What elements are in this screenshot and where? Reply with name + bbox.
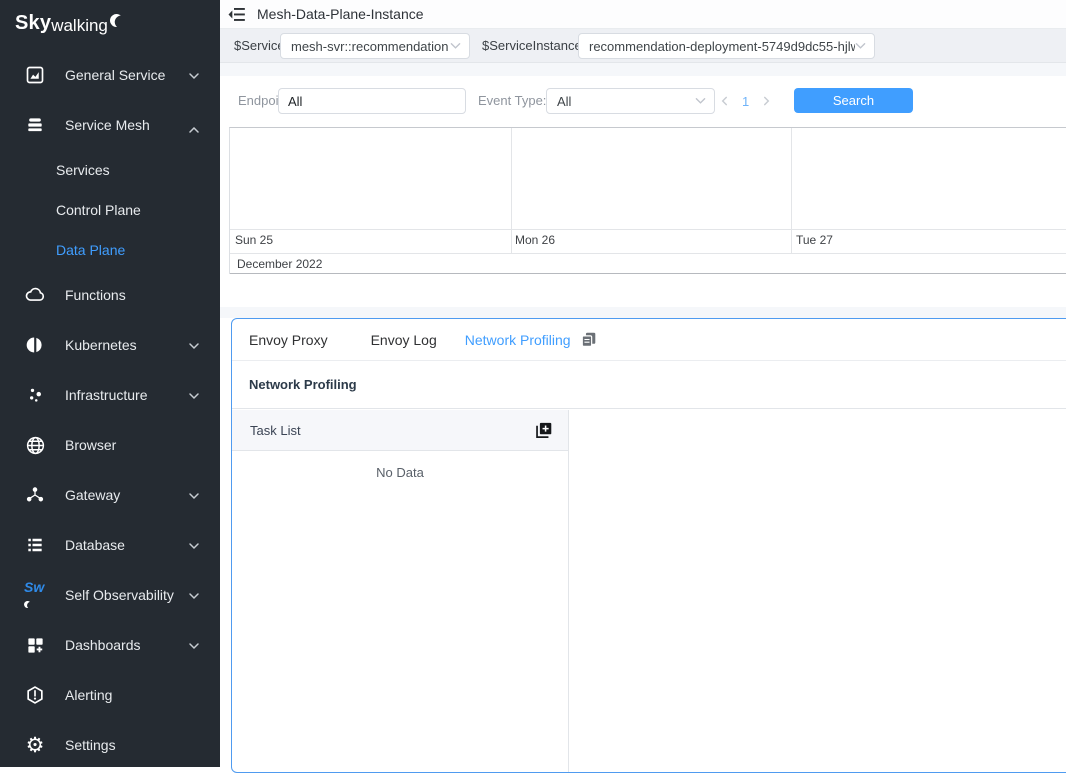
sidebar-item-gateway[interactable]: Gateway [0, 470, 220, 520]
dashboards-icon [24, 634, 46, 656]
sidebar-item-data-plane[interactable]: Data Plane [0, 230, 220, 270]
chevron-down-icon [188, 389, 200, 407]
sidebar-item-kubernetes[interactable]: Kubernetes [0, 320, 220, 370]
endpoint-input[interactable] [278, 88, 466, 114]
layers-icon [24, 114, 46, 136]
nodes-icon [24, 384, 46, 406]
moon-icon [107, 11, 125, 29]
gear-icon: ⚙ [24, 734, 46, 756]
sidebar-item-control-plane[interactable]: Control Plane [0, 190, 220, 230]
sidebar-item-settings[interactable]: ⚙ Settings [0, 720, 220, 770]
variables-bar: $Service mesh-svr::recommendation $Servi… [220, 29, 1066, 63]
month-label: December 2022 [230, 254, 1066, 274]
chart-icon [24, 64, 46, 86]
timeline-day-labels: Sun 25 Mon 26 Tue 27 [230, 229, 1066, 254]
sidebar-item-self-observability[interactable]: Sw Self Observability [0, 570, 220, 620]
copy-icon[interactable] [580, 331, 597, 348]
chevron-down-icon [188, 69, 200, 87]
globe-icon [24, 434, 46, 456]
page-header: Mesh-Data-Plane-Instance [220, 0, 1066, 29]
add-task-icon[interactable] [534, 421, 553, 440]
widget-title: Network Profiling [249, 377, 357, 392]
chevron-down-icon [188, 539, 200, 557]
fold-menu-icon[interactable] [228, 7, 245, 22]
pagination: 1 [720, 88, 771, 114]
skywalking-logo[interactable]: Skywalking [0, 0, 220, 50]
timeline-cells[interactable] [230, 128, 1066, 229]
logo-text: Sky [15, 12, 51, 35]
search-button[interactable]: Search [794, 88, 913, 113]
page-gap [220, 63, 1066, 76]
page-title: Mesh-Data-Plane-Instance [257, 6, 424, 22]
next-page-icon[interactable] [762, 95, 771, 107]
sidebar-item-alerting[interactable]: Alerting [0, 670, 220, 720]
cloud-icon [24, 284, 46, 306]
kubernetes-icon [24, 334, 46, 356]
day-label: Tue 27 [796, 233, 833, 247]
tab-network-profiling[interactable]: Network Profiling [465, 332, 571, 348]
service-instance-label: $ServiceInstance [482, 29, 582, 62]
service-label: $Service [234, 29, 285, 62]
task-list-panel: Task List No Data [232, 410, 569, 772]
day-label: Sun 25 [235, 233, 273, 247]
event-type-select[interactable]: All [546, 88, 715, 114]
alert-hexagon-icon [24, 684, 46, 706]
task-list-title: Task List [250, 423, 301, 438]
sidebar-item-functions[interactable]: Functions [0, 270, 220, 320]
task-list-header: Task List [232, 410, 568, 451]
sidebar-item-database[interactable]: Database [0, 520, 220, 570]
service-instance-select[interactable]: recommendation-deployment-5749d9dc55-hjl… [578, 33, 875, 59]
widget-header: Network Profiling [232, 361, 1066, 409]
chevron-up-icon [188, 119, 200, 137]
event-type-label: Event Type: [478, 88, 546, 114]
tabs-bar: Envoy Proxy Envoy Log Network Profiling [232, 319, 1066, 361]
events-timeline: Sun 25 Mon 26 Tue 27 December 2022 [229, 127, 1066, 274]
sidebar: Skywalking General Service Service Mesh … [0, 0, 220, 767]
prev-page-icon[interactable] [720, 95, 729, 107]
tab-envoy-proxy[interactable]: Envoy Proxy [249, 332, 328, 348]
sidebar-item-browser[interactable]: Browser [0, 420, 220, 470]
chevron-down-icon [188, 339, 200, 357]
sidebar-item-general-service[interactable]: General Service [0, 50, 220, 100]
database-icon [24, 534, 46, 556]
skywalking-icon: Sw [24, 584, 46, 606]
chevron-down-icon [450, 37, 461, 55]
sidebar-item-dashboards[interactable]: Dashboards [0, 620, 220, 670]
tab-envoy-log[interactable]: Envoy Log [371, 332, 437, 348]
page-number[interactable]: 1 [742, 94, 749, 109]
task-list-empty: No Data [232, 451, 568, 480]
page-gap [220, 307, 1066, 318]
chevron-down-icon [188, 589, 200, 607]
tabs-panel: Envoy Proxy Envoy Log Network Profiling … [231, 318, 1066, 773]
sidebar-item-services[interactable]: Services [0, 150, 220, 190]
day-label: Mon 26 [515, 233, 555, 247]
sidebar-item-service-mesh[interactable]: Service Mesh [0, 100, 220, 150]
chevron-down-icon [855, 37, 866, 55]
sidebar-item-infrastructure[interactable]: Infrastructure [0, 370, 220, 420]
main-content: Mesh-Data-Plane-Instance $Service mesh-s… [220, 0, 1066, 767]
chevron-down-icon [695, 92, 706, 110]
chevron-down-icon [188, 489, 200, 507]
service-select[interactable]: mesh-svr::recommendation [280, 33, 470, 59]
events-card: Endpoint: Event Type: All 1 Search Sun 2… [228, 76, 1066, 307]
chevron-down-icon [188, 639, 200, 657]
gateway-icon [24, 484, 46, 506]
